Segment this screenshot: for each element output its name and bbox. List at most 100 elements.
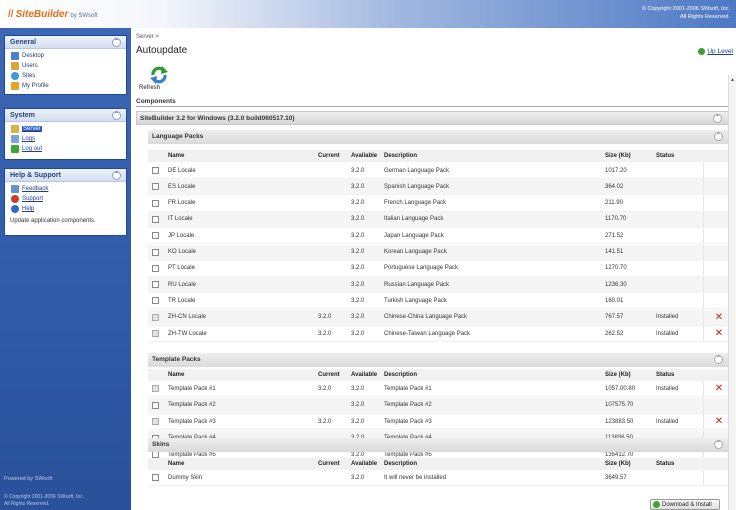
product-section-header[interactable]: SiteBuilder 3.2 for Windows (3.2.0 build… bbox=[136, 111, 729, 125]
row-select[interactable] bbox=[152, 245, 159, 260]
uninstall-icon[interactable]: ✕ bbox=[713, 414, 725, 429]
row-select[interactable] bbox=[152, 196, 159, 211]
row-select[interactable] bbox=[152, 163, 159, 178]
row-size: 1236.30 bbox=[605, 281, 627, 288]
template-packs-header[interactable]: Template Packs ⌃ bbox=[148, 353, 729, 367]
collapse-icon[interactable]: ⌃ bbox=[714, 132, 723, 141]
panel-general-header[interactable]: General ⌃ bbox=[5, 36, 126, 49]
row-select[interactable] bbox=[152, 179, 159, 194]
sidebar-item-server[interactable]: Server bbox=[5, 124, 126, 134]
row-checkbox[interactable] bbox=[152, 167, 159, 174]
row-checkbox[interactable] bbox=[152, 264, 159, 272]
row-checkbox[interactable] bbox=[152, 474, 159, 481]
row-checkbox[interactable] bbox=[152, 281, 159, 289]
row-checkbox[interactable] bbox=[152, 418, 159, 426]
col-current: Current bbox=[318, 372, 340, 378]
row-select[interactable] bbox=[152, 310, 159, 325]
scroll-up-icon[interactable]: ▲ bbox=[730, 77, 735, 83]
collapse-icon[interactable]: ⌃ bbox=[112, 111, 121, 120]
table-row[interactable]: Dummy Skin 3.2.0 It will never be installe… bbox=[148, 470, 729, 486]
uninstall-icon[interactable]: ✕ bbox=[713, 310, 725, 325]
sidebar-item-my-profile[interactable]: My Profile bbox=[5, 81, 126, 91]
sidebar-item-label: Logs bbox=[22, 136, 36, 142]
table-row[interactable]: TR Locale 3.2.0 Turkish Language Pack 160.0… bbox=[148, 293, 729, 310]
row-checkbox[interactable] bbox=[152, 313, 159, 321]
row-select[interactable] bbox=[152, 212, 159, 227]
row-select[interactable] bbox=[152, 414, 159, 429]
row-status bbox=[656, 228, 706, 243]
panel-system-header[interactable]: System ⌃ bbox=[5, 109, 126, 122]
sidebar-item-users[interactable]: Users bbox=[5, 61, 126, 71]
product-title: SiteBuilder 3.2 for Windows (3.2.0 build… bbox=[140, 115, 295, 122]
table-row[interactable]: Template Pack #3 3.2.0 3.2.0 Template Pack … bbox=[148, 414, 729, 431]
row-description: Turkish Language Pack bbox=[384, 297, 447, 304]
row-checkbox[interactable] bbox=[152, 330, 159, 337]
row-select[interactable] bbox=[152, 326, 159, 341]
refresh-icon[interactable] bbox=[149, 65, 169, 85]
up-level-link[interactable]: Up Level bbox=[698, 48, 733, 55]
breadcrumb[interactable]: Server > bbox=[136, 34, 159, 40]
row-checkbox[interactable] bbox=[152, 199, 159, 207]
sidebar-item-support[interactable]: Support bbox=[5, 194, 126, 204]
row-select[interactable] bbox=[152, 381, 159, 396]
row-description: Portuguese Language Pack bbox=[384, 265, 459, 272]
uninstall-icon[interactable]: ✕ bbox=[713, 326, 725, 341]
collapse-icon[interactable]: ⌃ bbox=[713, 114, 722, 123]
row-current bbox=[318, 245, 352, 260]
language-packs-header[interactable]: Language Packs ⌃ bbox=[148, 130, 729, 144]
col-status: Status bbox=[656, 461, 675, 467]
sidebar-copyright-line-1: © Copyright 2001-2006 SWsoft, Inc. bbox=[4, 494, 85, 500]
table-row[interactable]: DE Locale 3.2.0 German Language Pack 1017.2… bbox=[148, 163, 729, 179]
table-row[interactable]: ZH-TW Locale 3.2.0 3.2.0 Chinese-Taiwan Lan… bbox=[148, 326, 729, 342]
table-row[interactable]: ZH-CN Locale 3.2.0 3.2.0 Chinese-China Lang… bbox=[148, 309, 729, 326]
row-status bbox=[656, 179, 706, 194]
row-checkbox[interactable] bbox=[152, 297, 159, 305]
refresh-button[interactable]: Refresh bbox=[139, 85, 160, 91]
row-checkbox[interactable] bbox=[152, 385, 159, 392]
row-checkbox[interactable] bbox=[152, 183, 159, 191]
sidebar-item-logs[interactable]: Logs bbox=[5, 134, 126, 144]
sidebar-item-label: Sites bbox=[22, 73, 36, 79]
table-row[interactable]: KO Locale 3.2.0 Korean Language Pack 141.51 bbox=[148, 244, 729, 261]
collapse-icon[interactable]: ⌃ bbox=[112, 171, 121, 180]
collapse-icon[interactable]: ⌃ bbox=[112, 38, 121, 47]
sidebar-item-feedback[interactable]: Feedback bbox=[5, 184, 126, 194]
sidebar-item-sites[interactable]: Sites bbox=[5, 71, 126, 81]
row-select[interactable] bbox=[152, 293, 159, 308]
row-checkbox[interactable] bbox=[152, 215, 159, 223]
row-name: JP Locale bbox=[168, 232, 195, 239]
uninstall-icon[interactable]: ✕ bbox=[713, 381, 725, 396]
row-checkbox[interactable] bbox=[152, 248, 159, 256]
row-select[interactable] bbox=[152, 277, 159, 292]
collapse-icon[interactable]: ⌃ bbox=[714, 440, 723, 449]
language-packs-table-header: Name Current Available Description Size … bbox=[148, 150, 729, 162]
table-row[interactable]: PT Locale 3.2.0 Portuguese Language Pack 12… bbox=[148, 260, 729, 277]
row-checkbox[interactable] bbox=[152, 232, 159, 240]
row-size: 271.52 bbox=[605, 232, 624, 239]
collapse-icon[interactable]: ⌃ bbox=[714, 355, 723, 364]
scrollbar[interactable]: ▲ ▼ bbox=[728, 75, 736, 510]
row-name: IT Locale bbox=[168, 216, 193, 223]
row-select[interactable] bbox=[152, 228, 159, 243]
table-row[interactable]: Template Pack #1 3.2.0 3.2.0 Template Pack … bbox=[148, 381, 729, 397]
row-description: Russian Language Pack bbox=[384, 281, 450, 288]
sidebar-item-log-out[interactable]: Log out bbox=[5, 144, 126, 154]
table-row[interactable]: IT Locale 3.2.0 Italian Language Pack 1170.… bbox=[148, 211, 729, 228]
row-select[interactable] bbox=[152, 398, 159, 413]
row-checkbox[interactable] bbox=[152, 401, 159, 409]
row-status bbox=[656, 212, 706, 227]
table-row[interactable]: ES Locale 3.2.0 Spanish Language Pack 364.0… bbox=[148, 179, 729, 196]
skins-header[interactable]: Skins ⌃ bbox=[148, 438, 729, 452]
sidebar-item-desktop[interactable]: Desktop bbox=[5, 51, 126, 61]
row-select[interactable] bbox=[152, 470, 159, 485]
row-name: ZH-TW Locale bbox=[168, 330, 207, 337]
download-install-button[interactable]: Download & Install bbox=[650, 499, 720, 510]
table-row[interactable]: Template Pack #2 3.2.0 Template Pack #2 107… bbox=[148, 397, 729, 414]
panel-help-header[interactable]: Help & Support ⌃ bbox=[5, 169, 126, 182]
row-select[interactable] bbox=[152, 261, 159, 276]
table-row[interactable]: RU Locale 3.2.0 Russian Language Pack 1236.… bbox=[148, 277, 729, 294]
table-row[interactable]: FR Locale 3.2.0 French Language Pack 211.90 bbox=[148, 195, 729, 212]
table-row[interactable]: JP Locale 3.2.0 Japan Language Pack 271.52 bbox=[148, 228, 729, 245]
up-level-icon bbox=[698, 48, 706, 55]
sidebar-item-help[interactable]: Help bbox=[5, 204, 126, 214]
